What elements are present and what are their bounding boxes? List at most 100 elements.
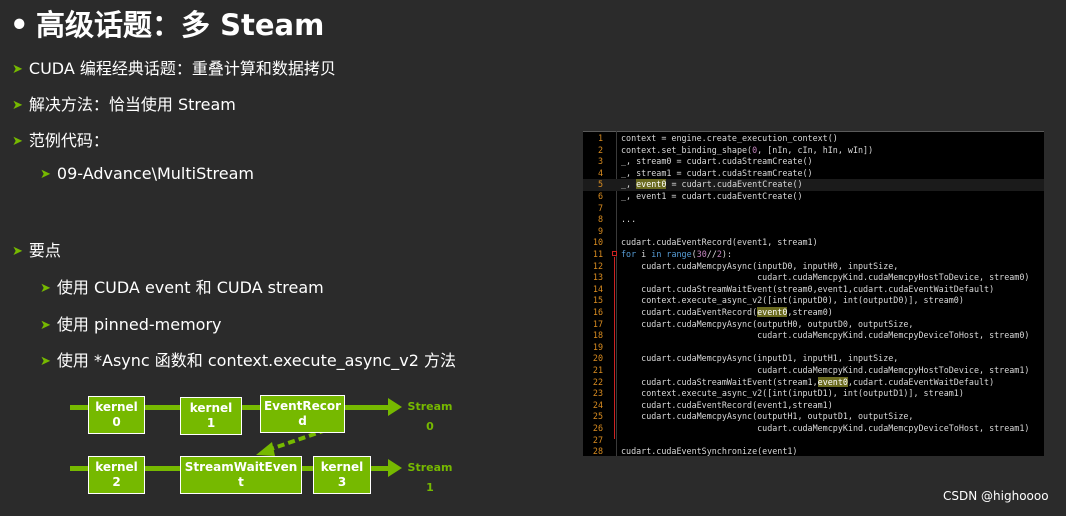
stream1-label-line2: 1 <box>426 481 434 494</box>
code-text: context.execute_async_v2([int(inputD1), … <box>621 388 964 399</box>
bullet-text: 使用 *Async 函数和 context.execute_async_v2 方… <box>56 351 456 370</box>
stream0-label-line2: 0 <box>426 420 434 433</box>
code-line: 25 cudart.cudaMemcpyAsync(outputH1, outp… <box>583 411 1044 423</box>
kernel0-label: kernel <box>95 400 138 414</box>
code-line: 28 cudart.cudaEventSynchronize(event1) <box>583 446 1044 456</box>
kernel1-label: kernel <box>189 401 233 415</box>
event-record-label: EventRecor <box>263 399 342 413</box>
arrow-bullet-icon: ➤ <box>12 134 23 149</box>
code-text: cudart.cudaMemcpyAsync(outputH0, outputD… <box>621 318 914 329</box>
code-line: 16 cudart.cudaEventRecord(event0,stream0… <box>583 307 1044 319</box>
bullet-item: ➤ CUDA 编程经典话题：重叠计算和数据拷贝 <box>12 55 336 79</box>
code-text: context.execute_async_v2([int(inputD0), … <box>621 295 964 306</box>
line-number: 13 <box>592 272 603 283</box>
fold-guide <box>614 257 615 439</box>
code-line: 22 cudart.cudaStreamWaitEvent(stream1,ev… <box>583 376 1044 389</box>
code-panel: 1 context = engine.create_execution_conte… <box>583 131 1044 456</box>
kernel3-label: kernel <box>320 460 364 474</box>
event-record-box: EventRecor d <box>260 395 345 433</box>
code-text: cudart.cudaEventSynchronize(event1) <box>621 446 798 456</box>
bullet-item: ➤ 要点 <box>12 237 61 261</box>
kernel0-index: 0 <box>112 415 121 429</box>
code-text: context = engine.create_execution_contex… <box>621 133 838 143</box>
code-text: _, event1 = cudart.cudaEventCreate() <box>621 191 803 201</box>
code-line: 14 cudart.cudaStreamWaitEvent(stream0,ev… <box>583 284 1044 296</box>
line-number: 19 <box>592 341 603 352</box>
code-text: _, stream0 = cudart.cudaStreamCreate() <box>621 156 813 167</box>
bullet-text: 要点 <box>28 241 61 260</box>
line-number: 28 <box>592 446 603 456</box>
code-line: 12 cudart.cudaMemcpyAsync(inputD0, input… <box>583 261 1044 273</box>
code-line: 18 cudart.cudaMemcpyKind.cudaMemcpyDevic… <box>583 330 1044 342</box>
bullet-text: CUDA 编程经典话题：重叠计算和数据拷贝 <box>28 59 336 78</box>
code-line: 3 _, stream0 = cudart.cudaStreamCreate() <box>583 156 1044 168</box>
stream1-label: Stream 1 <box>405 458 455 498</box>
code-line: 8... <box>583 214 1044 226</box>
code-line: 21 cudart.cudaMemcpyKind.cudaMemcpyHostT… <box>583 365 1044 377</box>
code-text: _, stream1 = cudart.cudaStreamCreate() <box>621 167 813 178</box>
line-number: 16 <box>592 307 603 317</box>
code-line: 10 cudart.cudaEventRecord(event1, stream1… <box>583 237 1044 249</box>
kernel3-box: kernel 3 <box>313 456 371 494</box>
line-number: 15 <box>592 295 603 306</box>
bullet-item: ➤ 范例代码： <box>12 127 109 151</box>
code-line: 19 <box>583 342 1044 354</box>
line-number: 3 <box>597 156 603 167</box>
code-text: cudart.cudaEventRecord(event1,stream1) <box>621 399 833 410</box>
arrow-bullet-icon: ➤ <box>40 354 51 369</box>
bullet-subitem: ➤ 使用 pinned-memory <box>40 311 222 335</box>
stream0-label: Stream 0 <box>405 397 455 437</box>
code-line: 26 cudart.cudaMemcpyKind.cudaMemcpyDevic… <box>583 423 1044 435</box>
event-record-label-tail: d <box>298 414 307 428</box>
code-text: cudart.cudaEventRecord(event1, stream1) <box>621 237 818 248</box>
line-number: 7 <box>597 202 603 213</box>
code-line: 20 cudart.cudaMemcpyAsync(inputD1, input… <box>583 353 1044 365</box>
arrow-bullet-icon: ➤ <box>40 167 51 182</box>
stream0-label-line1: Stream <box>407 400 453 413</box>
title-text: 高级话题：多 Steam <box>36 8 325 42</box>
code-line: 6 _, event1 = cudart.cudaEventCreate() <box>583 191 1044 203</box>
slide-title: • 高级话题：多 Steam <box>10 2 324 44</box>
code-text: cudart.cudaStreamWaitEvent(stream1,event… <box>621 376 995 387</box>
arrow-bullet-icon: ➤ <box>40 281 51 296</box>
arrow-bullet-icon: ➤ <box>12 62 23 77</box>
bullet-item: ➤ 解决方法：恰当使用 Stream <box>12 91 236 115</box>
kernel2-index: 2 <box>112 475 121 489</box>
line-number: 4 <box>597 167 603 178</box>
stream-wait-event-label: StreamWaitEven <box>184 460 298 474</box>
code-line: 15 context.execute_async_v2([int(inputD0… <box>583 295 1044 307</box>
fold-marker-icon <box>612 251 617 256</box>
code-text: _, event0 = cudart.cudaEventCreate() <box>621 179 803 190</box>
line-number: 17 <box>592 318 603 329</box>
kernel0-box: kernel 0 <box>88 396 145 434</box>
line-number: 25 <box>592 411 603 422</box>
bullet-text: 解决方法：恰当使用 Stream <box>28 95 236 114</box>
watermark: CSDN @highoooo <box>943 489 1049 503</box>
bullet-text: 09-Advance\MultiStream <box>56 164 254 183</box>
arrow-bullet-icon: ➤ <box>12 98 23 113</box>
code-line: 4 _, stream1 = cudart.cudaStreamCreate() <box>583 168 1044 180</box>
arrow-bullet-icon: ➤ <box>12 244 23 259</box>
line-number: 23 <box>592 388 603 399</box>
line-number: 5 <box>597 179 603 190</box>
line-number: 14 <box>592 283 603 294</box>
code-text: cudart.cudaStreamWaitEvent(stream0,event… <box>621 283 995 294</box>
code-line: 17 cudart.cudaMemcpyAsync(outputH0, outp… <box>583 319 1044 331</box>
line-number: 26 <box>592 423 603 433</box>
code-text: cudart.cudaEventRecord(event0,stream0) <box>621 307 833 317</box>
code-panel-border <box>583 131 1044 132</box>
code-text: ... <box>621 214 637 225</box>
code-line: 7 <box>583 203 1044 215</box>
code-text: cudart.cudaMemcpyKind.cudaMemcpyDeviceTo… <box>621 330 1030 341</box>
code-line: 24 cudart.cudaEventRecord(event1,stream1… <box>583 400 1044 412</box>
bullet-text: 使用 pinned-memory <box>56 315 222 334</box>
line-number: 1 <box>597 133 603 143</box>
stream1-arrow-icon <box>388 459 402 477</box>
line-number: 6 <box>597 191 603 201</box>
code-line: 13 cudart.cudaMemcpyKind.cudaMemcpyHostT… <box>583 272 1044 284</box>
code-line: 11 for i in range(30//2): <box>583 249 1044 261</box>
code-line: 27 <box>583 435 1044 447</box>
code-line: 9 <box>583 226 1044 238</box>
line-number: 21 <box>592 365 603 375</box>
stream-wait-event-box: StreamWaitEven t <box>180 456 302 494</box>
